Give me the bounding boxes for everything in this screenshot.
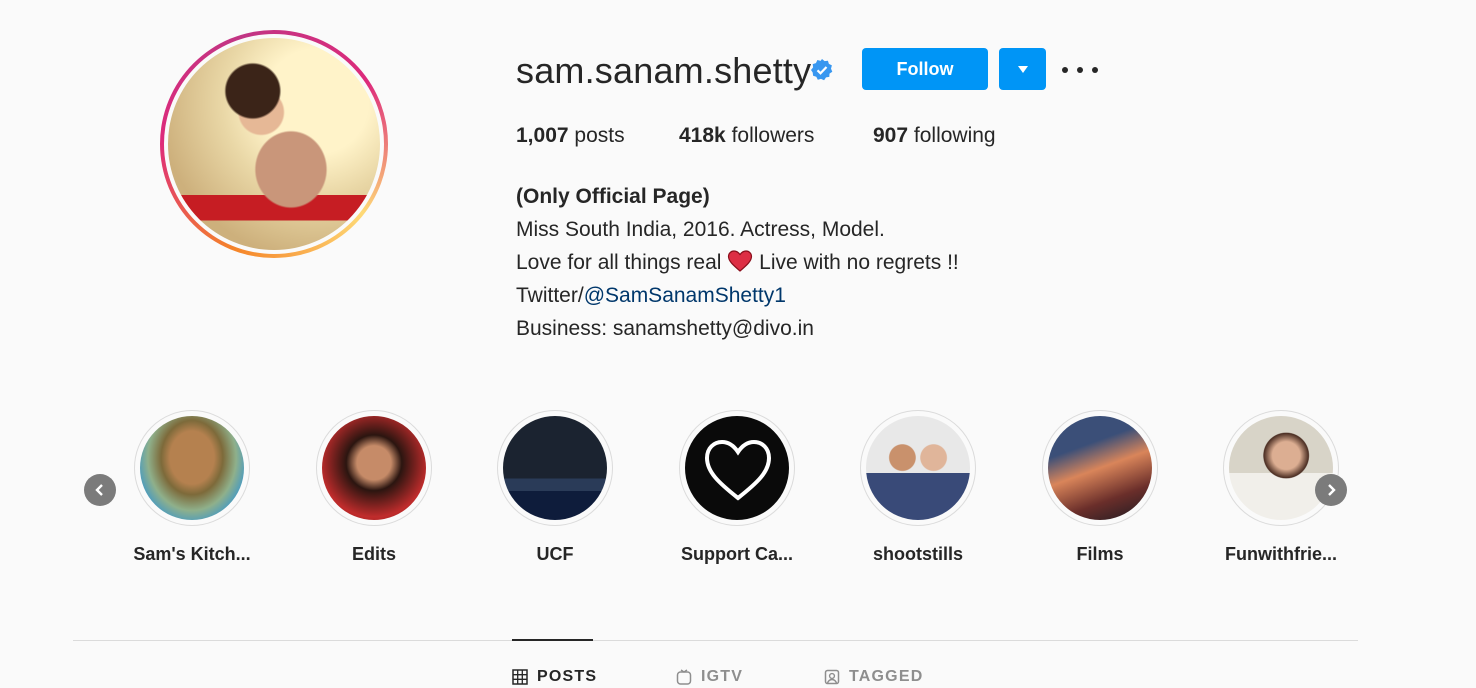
highlight-label: Funwithfrie... xyxy=(1225,544,1337,564)
bio-text: Live with no regrets !! xyxy=(759,251,959,274)
highlight-cover xyxy=(1048,416,1152,520)
highlight-ring xyxy=(1223,410,1339,526)
highlight-cover xyxy=(1229,416,1333,520)
posts-label: posts xyxy=(574,124,625,147)
grid-icon xyxy=(512,669,528,685)
highlight-item[interactable]: Edits xyxy=(316,410,432,564)
chevron-down-icon xyxy=(1017,65,1028,73)
profile-bio: (Only Official Page) Miss South India, 2… xyxy=(516,180,959,345)
highlight-label: shootstills xyxy=(872,544,964,564)
highlight-label: Sam's Kitch... xyxy=(133,544,251,564)
highlight-cover xyxy=(866,416,970,520)
verified-badge-icon xyxy=(811,59,833,81)
active-tab-indicator xyxy=(512,639,593,641)
highlight-ring xyxy=(1042,410,1158,526)
bio-line: Love for all things real Live with no re… xyxy=(516,246,959,279)
bio-line: Miss South India, 2016. Actress, Model. xyxy=(516,218,885,241)
bio-line: Business: sanamshetty@divo.in xyxy=(516,317,814,340)
highlight-item[interactable]: UCF xyxy=(497,410,613,564)
profile-avatar[interactable] xyxy=(160,30,388,258)
highlight-cover xyxy=(322,416,426,520)
dot-icon xyxy=(1077,67,1083,73)
tab-tagged[interactable]: TAGGED xyxy=(824,668,923,686)
tab-label: IGTV xyxy=(701,668,744,685)
highlight-item[interactable]: shootstills xyxy=(860,410,976,564)
more-options-button[interactable] xyxy=(1062,58,1098,82)
highlight-ring xyxy=(134,410,250,526)
tab-label: TAGGED xyxy=(849,668,924,685)
highlight-item[interactable]: Support Ca... xyxy=(679,410,795,564)
following-label: following xyxy=(913,124,996,147)
avatar-image xyxy=(168,38,380,250)
tagged-user-icon xyxy=(824,669,840,685)
followers-label: followers xyxy=(731,124,815,147)
highlight-item[interactable]: Films xyxy=(1042,410,1158,564)
bio-line: Twitter/@SamSanamShetty1 xyxy=(516,279,959,312)
highlight-ring xyxy=(497,410,613,526)
followers-number: 418k xyxy=(679,124,726,147)
chevron-right-icon xyxy=(1328,484,1336,496)
posts-number: 1,007 xyxy=(516,124,569,147)
bio-text: Love for all things real xyxy=(516,251,722,274)
heart-outline-icon xyxy=(704,439,772,501)
profile-username: sam.sanam.shetty xyxy=(516,50,812,91)
highlights-next-button[interactable] xyxy=(1315,474,1347,506)
highlight-item[interactable]: Sam's Kitch... xyxy=(133,410,251,564)
dot-icon xyxy=(1092,67,1098,73)
posts-count: 1,007 posts xyxy=(516,124,625,148)
tab-posts[interactable]: POSTS xyxy=(512,668,597,686)
dot-icon xyxy=(1062,67,1068,73)
highlight-label: Films xyxy=(1076,544,1124,564)
twitter-mention-link[interactable]: @SamSanamShetty1 xyxy=(584,284,786,307)
highlight-ring xyxy=(860,410,976,526)
follow-button[interactable]: Follow xyxy=(862,48,988,90)
following-number: 907 xyxy=(873,124,909,147)
following-link[interactable]: 907 following xyxy=(873,124,996,148)
suggested-accounts-dropdown-button[interactable] xyxy=(999,48,1046,90)
igtv-icon xyxy=(676,669,692,685)
highlight-label: Support Ca... xyxy=(681,544,793,564)
highlight-cover xyxy=(685,416,789,520)
highlight-label: UCF xyxy=(536,544,574,564)
chevron-left-icon xyxy=(95,484,103,496)
bio-text: Twitter/ xyxy=(516,284,584,307)
highlight-ring xyxy=(316,410,432,526)
tab-label: POSTS xyxy=(537,668,598,685)
highlight-cover xyxy=(503,416,607,520)
highlight-ring xyxy=(679,410,795,526)
bio-name: (Only Official Page) xyxy=(516,185,710,208)
red-heart-icon xyxy=(728,250,753,272)
highlight-label: Edits xyxy=(351,544,397,564)
followers-link[interactable]: 418k followers xyxy=(679,124,814,148)
tabs-divider xyxy=(73,640,1358,641)
highlight-cover xyxy=(140,416,244,520)
highlight-item[interactable]: Funwithfrie... xyxy=(1223,410,1339,564)
highlights-prev-button[interactable] xyxy=(84,474,116,506)
tab-igtv[interactable]: IGTV xyxy=(676,668,743,686)
